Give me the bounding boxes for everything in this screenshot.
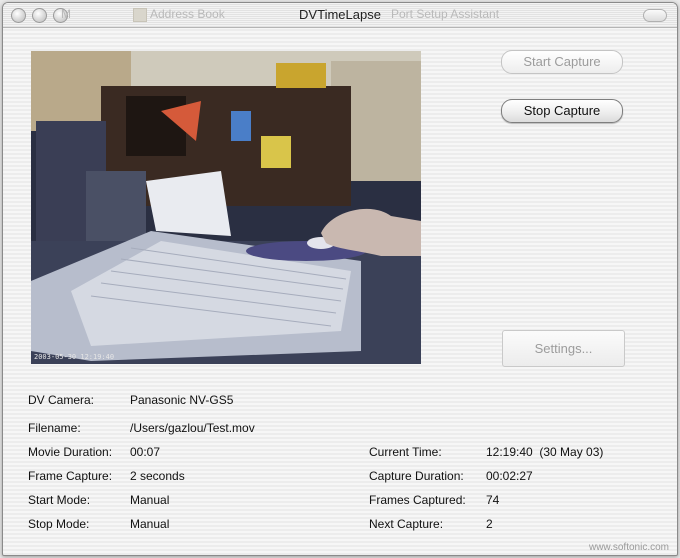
capture-duration-value: 00:02:27 — [486, 469, 533, 483]
dv-camera-value: Panasonic NV-GS5 — [130, 393, 234, 407]
camera-frame-image — [31, 51, 421, 364]
start-capture-button[interactable]: Start Capture — [501, 50, 623, 74]
app-window: M Address Book Port Setup Assistant DVTi… — [2, 2, 678, 556]
frames-captured-value: 74 — [486, 493, 500, 507]
frame-capture-value: 2 seconds — [130, 469, 185, 483]
video-preview: 2003-05-30 12:19:40 — [31, 51, 421, 364]
movie-duration-value: 00:07 — [130, 445, 161, 459]
filename-value: /Users/gazlou/Test.mov — [130, 421, 255, 435]
toolbar-toggle-button[interactable] — [643, 9, 667, 22]
frames-captured-label: Frames Captured: — [369, 493, 466, 507]
dv-camera-label: DV Camera: — [28, 393, 95, 407]
video-timestamp: 2003-05-30 12:19:40 — [34, 353, 115, 361]
filename-label: Filename: — [28, 421, 81, 435]
frame-capture-label: Frame Capture: — [28, 469, 113, 483]
title-bar[interactable]: M Address Book Port Setup Assistant DVTi… — [3, 3, 677, 28]
settings-button[interactable]: Settings... — [502, 330, 625, 367]
start-mode-value: Manual — [130, 493, 170, 507]
stop-capture-button[interactable]: Stop Capture — [501, 99, 623, 123]
next-capture-label: Next Capture: — [369, 517, 444, 531]
current-time-value: 12:19:40 (30 May 03) — [486, 445, 604, 459]
capture-duration-label: Capture Duration: — [369, 469, 464, 483]
movie-duration-label: Movie Duration: — [28, 445, 113, 459]
current-time-label: Current Time: — [369, 445, 442, 459]
watermark: www.softonic.com — [588, 542, 669, 553]
window-title: DVTimeLapse — [299, 7, 381, 22]
stop-mode-label: Stop Mode: — [28, 517, 90, 531]
start-mode-label: Start Mode: — [28, 493, 91, 507]
next-capture-value: 2 — [486, 517, 493, 531]
stop-mode-value: Manual — [130, 517, 170, 531]
